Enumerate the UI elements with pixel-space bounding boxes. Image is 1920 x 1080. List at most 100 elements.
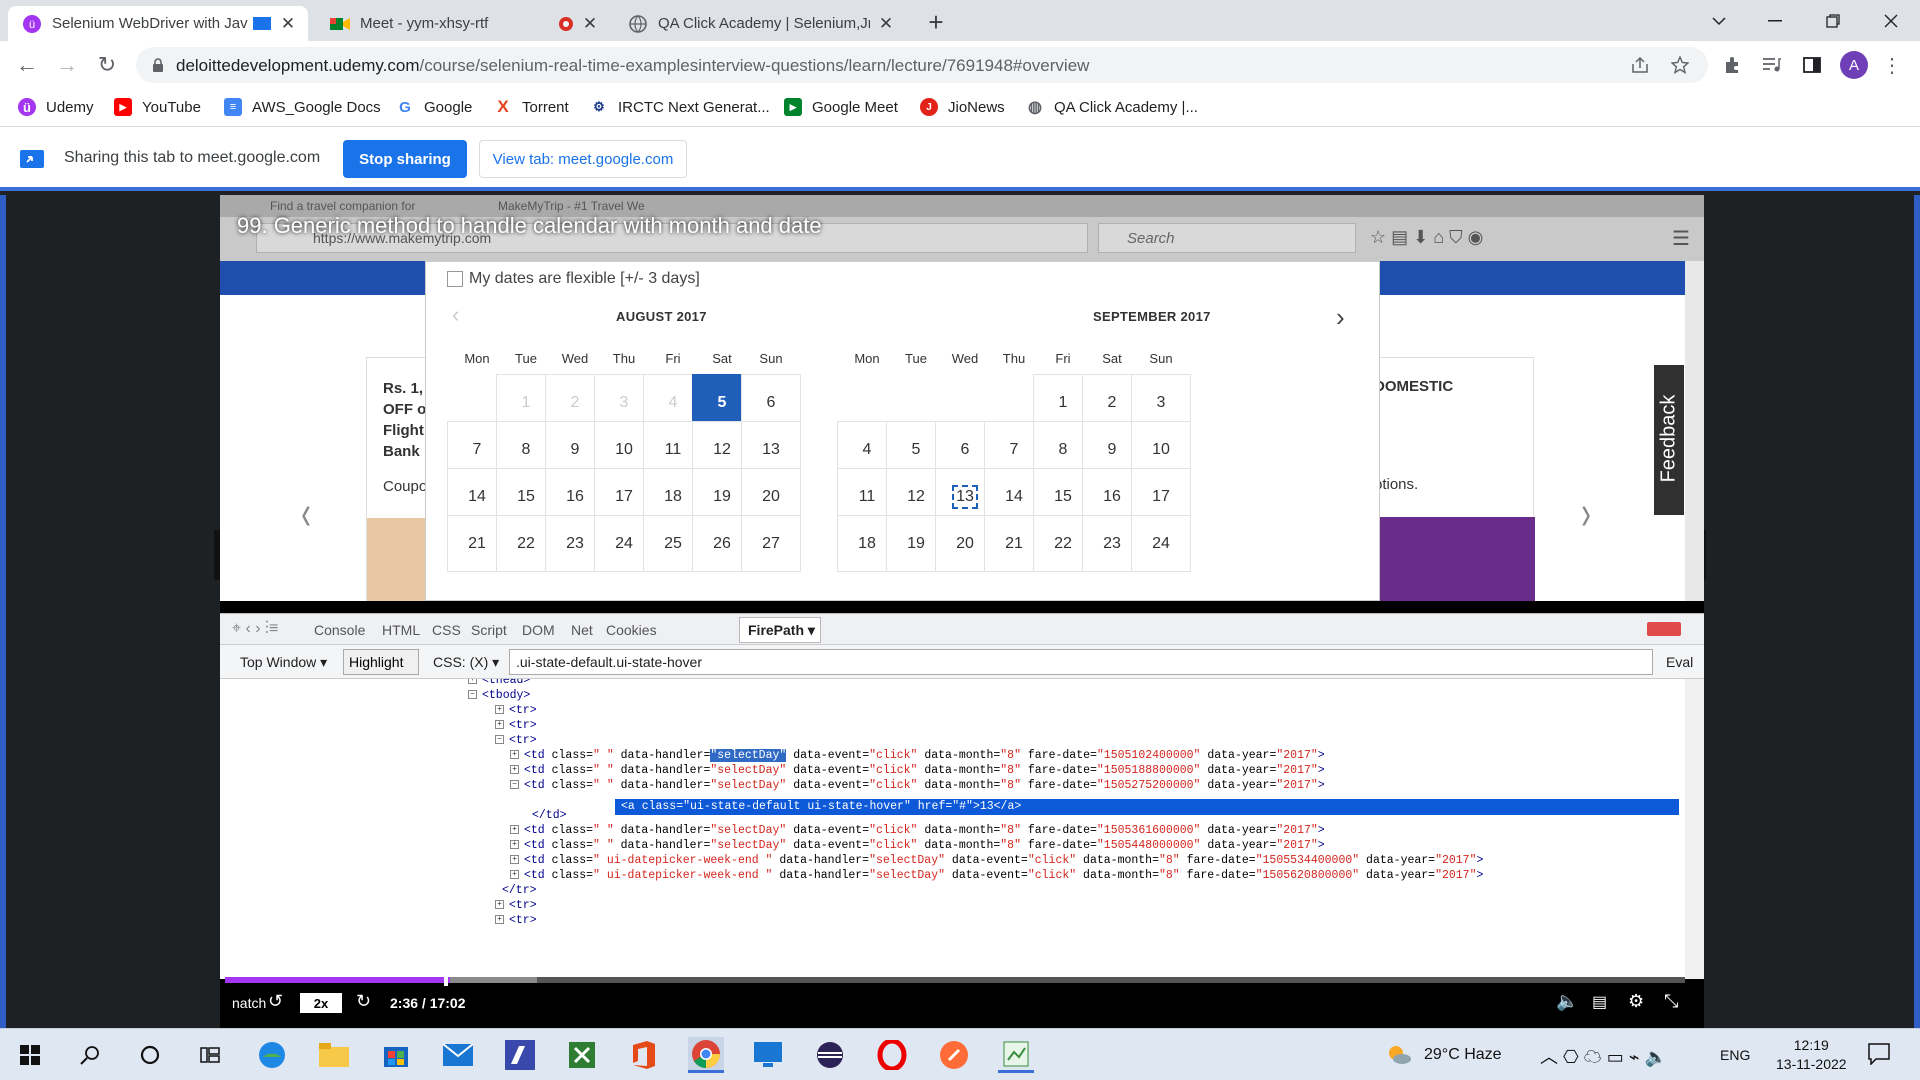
- meet-icon: ▸: [784, 98, 802, 116]
- weather-text: 29°C Haze: [1424, 1046, 1502, 1063]
- tab-search-chevron-icon[interactable]: [1690, 0, 1748, 41]
- embedded-search-box: Search: [1098, 223, 1356, 253]
- edge-icon[interactable]: [254, 1037, 290, 1073]
- notifications-icon[interactable]: [1868, 1043, 1890, 1065]
- card-text: DOMESTIC: [1374, 378, 1454, 395]
- xbox-icon[interactable]: [564, 1037, 600, 1073]
- css-select: CSS: (X) ▾: [433, 654, 500, 670]
- media-controls-icon[interactable]: [1760, 53, 1784, 77]
- month-title: AUGUST 2017: [616, 309, 707, 324]
- view-tab-button[interactable]: View tab: meet.google.com: [479, 140, 687, 178]
- mail-icon[interactable]: [440, 1037, 476, 1073]
- calendar-day-number: 24: [615, 534, 633, 552]
- code-tag: <tr>: [509, 704, 537, 717]
- volume-icon[interactable]: 🔈: [1556, 991, 1578, 1012]
- code-tag: <tr>: [509, 734, 537, 747]
- windows-taskbar: 29°C Haze ︿ ⎔ ☁ ▭ ⌁ 🔈 ENG 12:19 13-11-202…: [0, 1028, 1920, 1080]
- tab-qa-click[interactable]: QA Click Academy | Selenium,Jm ✕: [614, 6, 906, 41]
- tray-icons[interactable]: ︿ ⎔ ☁ ▭ ⌁ 🔈: [1540, 1043, 1667, 1069]
- tab-title: Meet - yym-xhsy-rtf: [360, 15, 489, 32]
- bookmark-udemy[interactable]: ü Udemy: [18, 95, 94, 119]
- bookmark-irctc[interactable]: ⚙ IRCTC Next Generat...: [590, 95, 770, 119]
- bookmark-google-meet[interactable]: ▸ Google Meet: [784, 95, 898, 119]
- card-text: Bank: [383, 443, 420, 460]
- close-window-icon[interactable]: [1862, 0, 1920, 41]
- excel-report-icon[interactable]: [998, 1037, 1034, 1073]
- system-clock[interactable]: 12:19 13-11-2022: [1776, 1036, 1847, 1074]
- back-arrow-icon[interactable]: ←: [12, 50, 42, 80]
- calendar-day-number: 18: [858, 534, 876, 552]
- cortana-icon[interactable]: [132, 1037, 168, 1073]
- side-panel-icon[interactable]: [1800, 53, 1824, 77]
- restore-icon[interactable]: [1804, 0, 1862, 41]
- firepath-tab: FirePath ▾: [739, 617, 821, 643]
- dom-tree-scrollbar: [1685, 679, 1704, 979]
- progress-thumb[interactable]: [444, 974, 448, 986]
- code-line: </tr>: [502, 883, 537, 899]
- video-player[interactable]: Find a travel companion for MakeMyTrip -…: [220, 195, 1704, 1028]
- rewind-icon[interactable]: ↺: [268, 991, 283, 1012]
- more-menu-icon[interactable]: ⋮: [1880, 53, 1904, 77]
- forward-icon[interactable]: ↻: [356, 991, 371, 1012]
- reload-icon[interactable]: ↻: [92, 50, 122, 80]
- star-icon[interactable]: [1670, 55, 1690, 75]
- calendar-day-number: 21: [468, 534, 486, 552]
- opera-icon[interactable]: [874, 1037, 910, 1073]
- calendar-day-number: 12: [907, 487, 925, 505]
- store-icon[interactable]: [378, 1037, 414, 1073]
- firepath-label: FirePath: [748, 622, 805, 638]
- bookmark-label: YouTube: [142, 98, 201, 116]
- eclipse-icon[interactable]: [812, 1037, 848, 1073]
- code-tag: <tr>: [509, 914, 537, 927]
- calendar-day-number: 5: [911, 440, 921, 458]
- task-view-icon[interactable]: [192, 1037, 228, 1073]
- address-bar[interactable]: deloittedevelopment.udemy.com/course/sel…: [136, 47, 1708, 83]
- google-icon: G: [399, 98, 411, 116]
- close-tab-icon[interactable]: ✕: [278, 14, 298, 34]
- calendar-day: 27: [741, 515, 801, 572]
- close-tab-icon[interactable]: ✕: [580, 14, 600, 34]
- lock-icon[interactable]: [148, 55, 168, 75]
- office-icon[interactable]: [626, 1037, 662, 1073]
- bookmark-torrent[interactable]: X Torrent: [494, 95, 568, 119]
- flexible-dates-label: My dates are flexible [+/- 3 days]: [469, 270, 700, 287]
- language-indicator[interactable]: ENG: [1720, 1047, 1750, 1063]
- captions-icon[interactable]: ▤: [1592, 992, 1607, 1012]
- new-tab-button[interactable]: +: [922, 7, 950, 37]
- stop-sharing-button[interactable]: Stop sharing: [343, 140, 467, 178]
- chrome-icon[interactable]: [688, 1037, 724, 1073]
- windows-start-icon[interactable]: [12, 1037, 48, 1073]
- file-explorer-icon[interactable]: [316, 1037, 352, 1073]
- close-tab-icon[interactable]: ✕: [876, 14, 896, 34]
- tab-udemy[interactable]: ü Selenium WebDriver with Jav ✕: [8, 6, 308, 41]
- search-icon[interactable]: [72, 1037, 108, 1073]
- calendar-day-number: 4: [862, 440, 872, 458]
- code-line: + <td class=" ui-datepicker-week-end " da…: [510, 868, 1483, 884]
- remote-desktop-icon[interactable]: [750, 1037, 786, 1073]
- bookmark-aws-docs[interactable]: ≡ AWS_Google Docs: [224, 95, 381, 119]
- bookmark-google[interactable]: G Google: [396, 95, 472, 119]
- calendar-day-number: 19: [713, 487, 731, 505]
- bookmark-qa-click[interactable]: ◍ QA Click Academy |...: [1026, 95, 1198, 119]
- tab-meet[interactable]: Meet - yym-xhsy-rtf ✕: [316, 6, 610, 41]
- firebug-tab: DOM: [522, 622, 555, 638]
- settings-gear-icon[interactable]: ⚙: [1628, 991, 1644, 1012]
- minimize-icon[interactable]: [1746, 0, 1804, 41]
- calendar-day-number: 8: [521, 440, 531, 458]
- postman-icon[interactable]: [936, 1037, 972, 1073]
- profile-avatar[interactable]: A: [1840, 51, 1868, 79]
- embedded-tab-title: Find a travel companion for: [270, 199, 416, 213]
- calendar-day-number: 7: [472, 440, 482, 458]
- extensions-icon[interactable]: [1720, 53, 1744, 77]
- share-icon[interactable]: [1630, 55, 1650, 75]
- power-automate-icon[interactable]: [502, 1037, 538, 1073]
- fullscreen-icon[interactable]: ⤡: [1664, 991, 1678, 1012]
- bookmark-jionews[interactable]: J JioNews: [920, 95, 1005, 119]
- bookmark-youtube[interactable]: ▶ YouTube: [114, 95, 201, 119]
- tab-title: Selenium WebDriver with Jav: [52, 15, 248, 32]
- card-text: Rs. 1,: [383, 380, 424, 397]
- playback-speed-button[interactable]: 2x: [300, 993, 342, 1013]
- forward-arrow-icon[interactable]: →: [52, 50, 82, 80]
- calendar-day-number: 15: [517, 487, 535, 505]
- bookmark-label: IRCTC Next Generat...: [618, 98, 770, 116]
